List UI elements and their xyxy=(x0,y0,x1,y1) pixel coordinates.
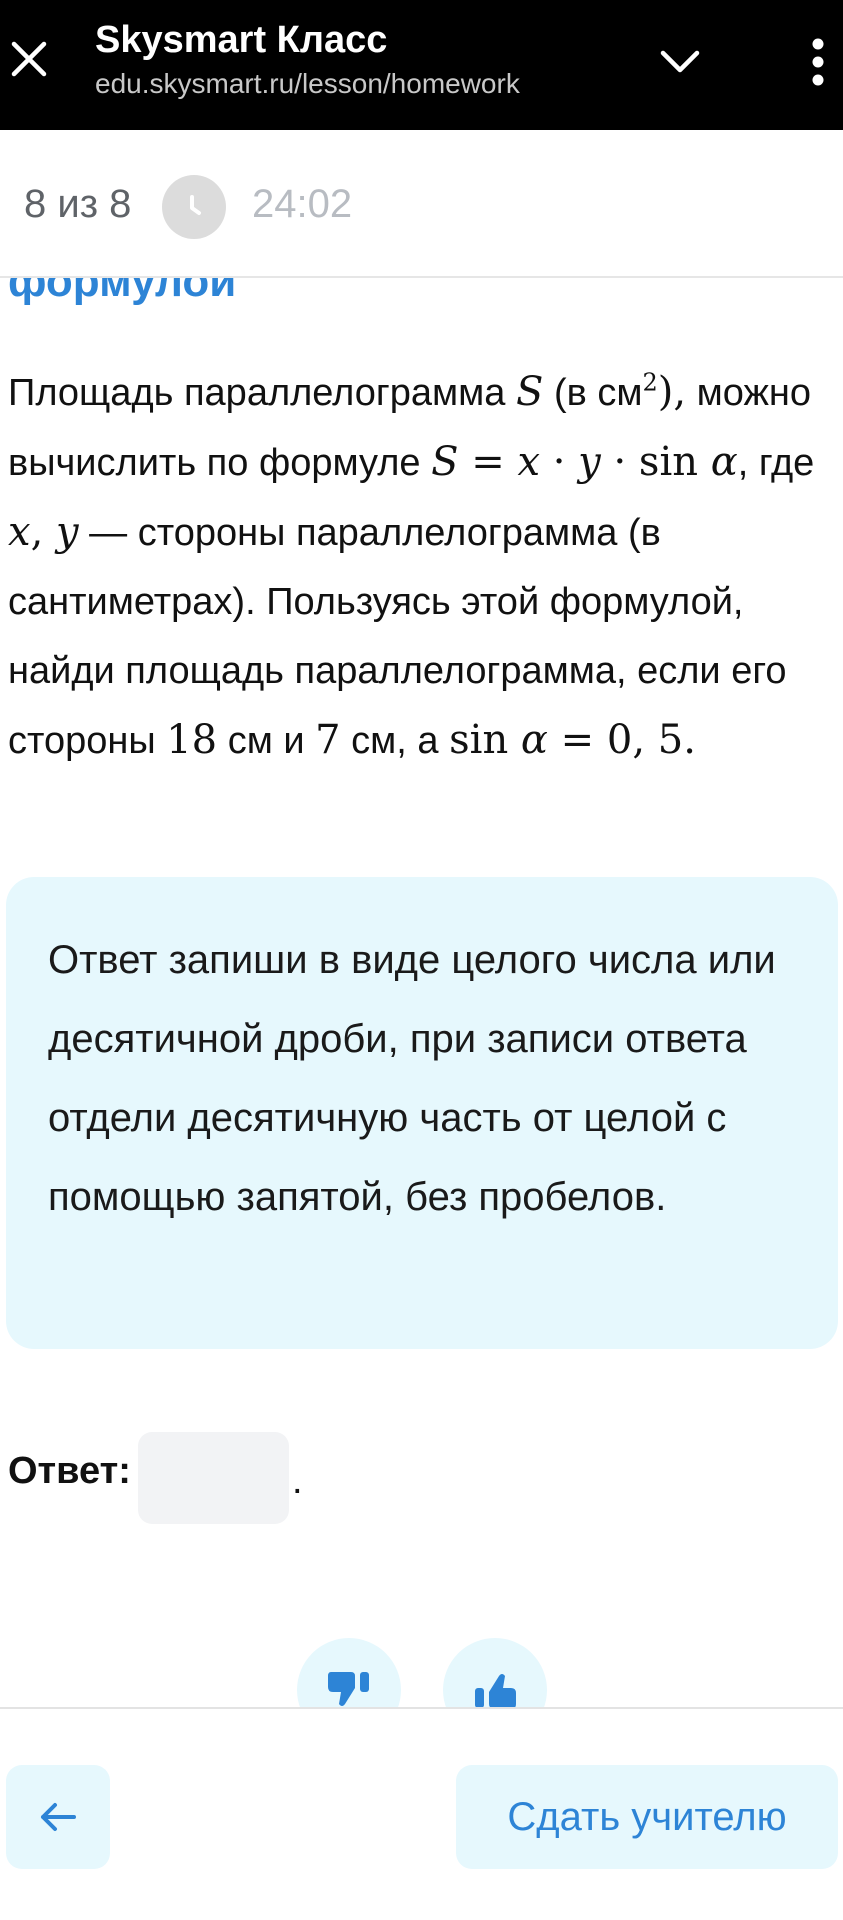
bottom-navigation: Сдать учителю xyxy=(0,1707,843,1920)
side-b-value: 7 xyxy=(315,717,341,763)
page-url: edu.skysmart.ru/lesson/homework xyxy=(95,68,520,99)
submit-to-teacher-button[interactable]: Сдать учителю xyxy=(456,1765,838,1869)
close-icon xyxy=(11,41,47,77)
step-counter: 8 из 8 xyxy=(24,182,132,226)
clock-icon xyxy=(162,175,226,239)
sin-value: 0, 5 xyxy=(606,717,684,763)
chevron-down-icon xyxy=(660,50,700,73)
close-button[interactable] xyxy=(6,30,52,88)
task-text: Площадь параллелограмма S (в см2), можно… xyxy=(8,368,815,763)
more-options-button[interactable] xyxy=(798,32,838,92)
side-a-value: 18 xyxy=(166,717,218,763)
browser-toolbar: Skysmart Класс edu.skysmart.ru/lesson/ho… xyxy=(0,0,843,130)
hint-text: Ответ запиши в виде целого числа или дес… xyxy=(48,938,776,1219)
thumbs-down-icon xyxy=(328,1672,369,1706)
answer-label: Ответ: xyxy=(8,1450,131,1492)
arrow-left-icon xyxy=(41,1803,76,1831)
answer-period: . xyxy=(292,1460,303,1502)
expand-button[interactable] xyxy=(655,40,705,84)
back-button[interactable] xyxy=(6,1765,110,1869)
more-vertical-icon xyxy=(812,38,824,86)
page-info: Skysmart Класс edu.skysmart.ru/lesson/ho… xyxy=(95,18,615,106)
answer-input[interactable] xyxy=(138,1432,289,1524)
thumbs-up-icon xyxy=(475,1674,516,1708)
hint-box: Ответ запиши в виде целого числа или дес… xyxy=(6,877,838,1349)
timer: 24:02 xyxy=(252,182,353,226)
page-title: Skysmart Класс xyxy=(95,19,388,61)
